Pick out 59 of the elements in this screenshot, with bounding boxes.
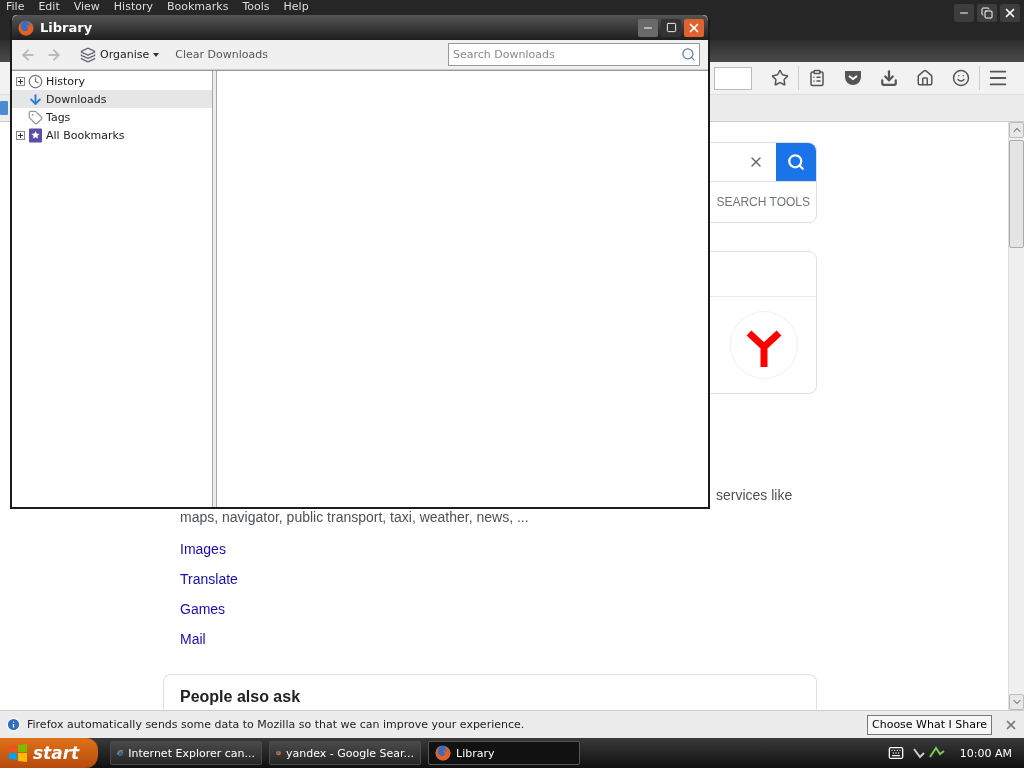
category-link[interactable]: Images bbox=[180, 534, 226, 564]
tree-item[interactable]: Downloads bbox=[12, 90, 212, 108]
menu-item[interactable]: View bbox=[73, 0, 100, 13]
menu-item[interactable]: Bookmarks bbox=[167, 0, 229, 13]
scrollbar-thumb[interactable] bbox=[1009, 140, 1024, 248]
search-icon bbox=[681, 47, 696, 62]
category-link[interactable]: Translate bbox=[180, 564, 238, 594]
expand-icon[interactable] bbox=[16, 76, 25, 86]
menu-item[interactable]: History bbox=[113, 0, 153, 13]
menu-item[interactable]: Edit bbox=[38, 0, 60, 13]
search-field[interactable]: Search Downloads bbox=[448, 43, 700, 66]
choose-share-button[interactable]: Choose What I Share bbox=[867, 714, 992, 735]
tag-icon bbox=[28, 109, 43, 125]
url-field[interactable] bbox=[714, 66, 752, 90]
description-text: services like bbox=[716, 486, 793, 505]
maximize-button[interactable] bbox=[661, 18, 681, 37]
clock-icon bbox=[28, 73, 43, 89]
close-button[interactable] bbox=[1000, 4, 1020, 22]
clock-text: 10:00 AM bbox=[959, 746, 1012, 760]
layers-icon bbox=[80, 46, 96, 63]
star-book-icon bbox=[28, 127, 43, 143]
search-icon bbox=[787, 153, 805, 171]
restore-button[interactable] bbox=[977, 4, 997, 22]
tree-item[interactable]: Tags bbox=[12, 108, 212, 126]
firefox-icon bbox=[435, 745, 451, 761]
y-logo-icon bbox=[730, 311, 798, 379]
arrow-right-icon bbox=[46, 46, 62, 63]
tree-item[interactable]: History bbox=[12, 72, 212, 90]
caret-icon bbox=[153, 52, 160, 57]
firefox-icon bbox=[18, 19, 34, 36]
notification-text: Firefox automatically sends some data to Mozilla so that we can improve your experience. bbox=[27, 718, 526, 731]
network-icon[interactable] bbox=[911, 745, 946, 761]
close-button[interactable] bbox=[684, 18, 704, 37]
search-tools-link[interactable]: SEARCH TOOLS bbox=[716, 195, 810, 209]
taskbar-button[interactable]: Library bbox=[428, 741, 580, 765]
taskbar-button[interactable]: Internet Explorer can... bbox=[110, 741, 262, 765]
restore-icon bbox=[981, 7, 993, 19]
clear-downloads-button[interactable]: Clear Downloads bbox=[175, 48, 268, 61]
minimize-button[interactable] bbox=[638, 18, 658, 37]
maximize-icon bbox=[665, 22, 677, 33]
keyboard-icon[interactable] bbox=[887, 745, 904, 761]
description-text: maps, navigator, public transport, taxi, weather, news, ... bbox=[180, 508, 529, 527]
menu-item[interactable]: File bbox=[6, 0, 25, 13]
search-button[interactable] bbox=[776, 143, 816, 181]
menu-item[interactable]: Tools bbox=[242, 0, 270, 13]
category-link[interactable]: Games bbox=[180, 594, 226, 624]
minimize-button[interactable] bbox=[954, 4, 974, 22]
windows-flag-icon bbox=[8, 744, 28, 762]
start-button[interactable]: start bbox=[0, 738, 98, 768]
menu-item[interactable]: Help bbox=[283, 0, 309, 13]
section-heading: People also ask bbox=[180, 688, 301, 705]
taskbar-button[interactable]: yandex - Google Sear... bbox=[269, 741, 421, 765]
window-title: Library bbox=[40, 20, 94, 35]
tree-item[interactable]: All Bookmarks bbox=[12, 126, 212, 144]
close-icon bbox=[1003, 6, 1017, 20]
organise-menu-button[interactable]: Organise bbox=[80, 46, 160, 63]
category-link[interactable]: Mail bbox=[180, 624, 206, 654]
info-icon bbox=[6, 717, 21, 732]
expand-icon[interactable] bbox=[16, 130, 25, 140]
